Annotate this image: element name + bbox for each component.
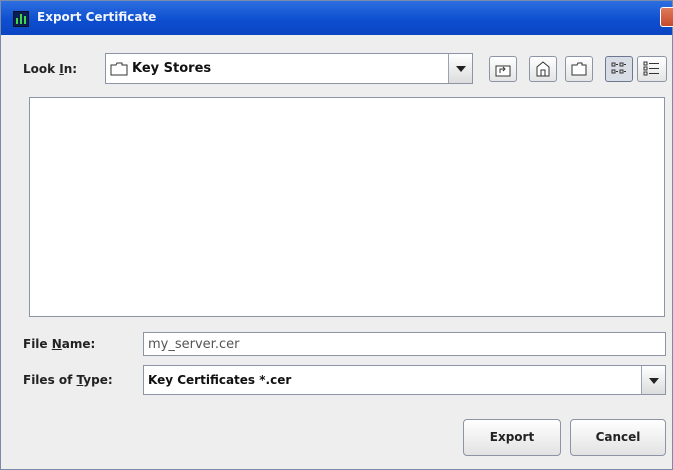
details-view-button[interactable] (637, 56, 667, 82)
export-certificate-dialog: Export Certificate Look In: Key Stores F… (0, 0, 673, 470)
file-name-label: File Name: (23, 337, 96, 351)
file-name-value: my_server.cer (148, 337, 240, 352)
look-in-dropdown-button[interactable] (448, 54, 472, 83)
title-bar[interactable]: Export Certificate (1, 1, 673, 35)
new-folder-button[interactable] (565, 56, 593, 82)
chevron-down-icon (456, 66, 466, 72)
file-list[interactable] (29, 97, 665, 317)
up-one-level-button[interactable] (489, 56, 517, 82)
list-view-button[interactable] (605, 56, 633, 82)
home-button[interactable] (529, 56, 557, 82)
folder-icon (110, 61, 128, 80)
files-of-type-value: Key Certificates *.cer (148, 373, 292, 387)
look-in-value: Key Stores (132, 61, 212, 76)
look-in-label: Look In: (23, 62, 78, 76)
files-of-type-label: Files of Type: (23, 373, 113, 387)
export-button[interactable]: Export (463, 419, 561, 456)
file-name-input[interactable]: my_server.cer (143, 332, 666, 356)
chevron-down-icon (649, 378, 659, 384)
files-of-type-combo[interactable]: Key Certificates *.cer (143, 365, 666, 395)
cancel-button[interactable]: Cancel (570, 419, 666, 456)
app-icon (13, 11, 29, 27)
files-of-type-dropdown-button[interactable] (641, 366, 665, 394)
look-in-combo[interactable]: Key Stores (105, 53, 473, 84)
close-icon[interactable] (660, 7, 673, 27)
window-title: Export Certificate (37, 10, 157, 24)
